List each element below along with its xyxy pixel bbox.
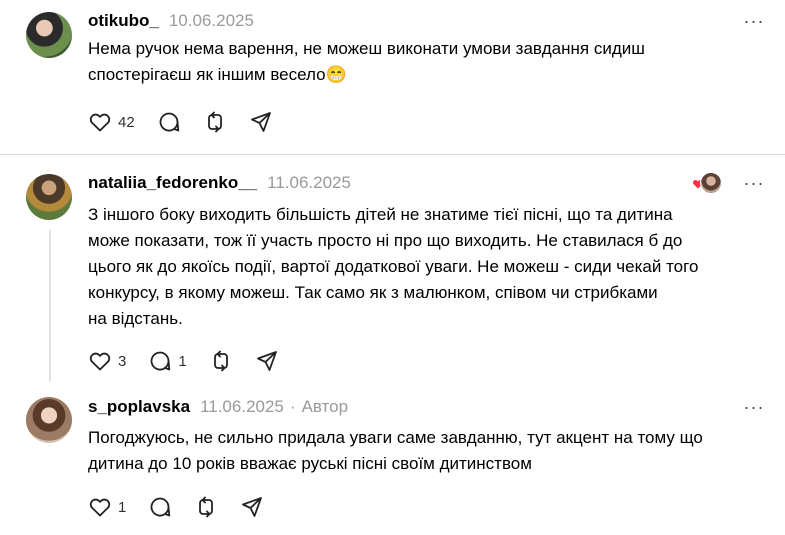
- repost-button[interactable]: [209, 349, 233, 373]
- author-label: Автор: [301, 397, 349, 416]
- share-icon: [250, 112, 271, 132]
- more-icon[interactable]: ···: [743, 10, 765, 32]
- repost-icon: [213, 350, 228, 372]
- more-icon[interactable]: ···: [743, 172, 765, 194]
- avatar[interactable]: [26, 12, 72, 58]
- divider: [0, 154, 785, 155]
- share-button[interactable]: [249, 110, 273, 134]
- share-icon: [242, 497, 263, 517]
- comment-icon: [150, 497, 171, 517]
- reply-button[interactable]: 1: [148, 349, 187, 373]
- post-text: Погоджуюсь, не сильно придала уваги саме…: [88, 428, 703, 473]
- reply-count: 1: [178, 352, 187, 370]
- like-count: 42: [118, 113, 135, 131]
- repost-button[interactable]: [194, 495, 218, 519]
- action-bar: 42: [88, 110, 295, 134]
- like-button[interactable]: 3: [88, 349, 126, 373]
- post-date[interactable]: 10.06.2025: [169, 11, 254, 31]
- repost-button[interactable]: [203, 110, 227, 134]
- action-bar: 3 1: [88, 349, 301, 373]
- comment-icon: [159, 112, 179, 132]
- username[interactable]: otikubo_: [88, 11, 159, 31]
- username[interactable]: s_poplavska: [88, 397, 190, 417]
- heart-icon: [89, 498, 111, 517]
- more-icon[interactable]: ···: [743, 396, 765, 418]
- reply-button[interactable]: [148, 495, 172, 519]
- thread-line: [49, 230, 51, 382]
- heart-icon: [89, 113, 111, 132]
- post-date[interactable]: 11.06.2025: [200, 397, 284, 417]
- liked-by-author[interactable]: [692, 172, 722, 194]
- heart-icon: [89, 352, 111, 371]
- like-count: 3: [118, 352, 127, 370]
- like-count: 1: [118, 498, 127, 516]
- dot-separator: ·: [289, 397, 296, 416]
- post-text: Нема ручок нема варення, не можеш викона…: [88, 39, 645, 84]
- share-button[interactable]: [240, 495, 264, 519]
- post-text: З іншого боку виходить більшість дітей н…: [88, 205, 699, 328]
- share-button[interactable]: [255, 349, 279, 373]
- liker-avatar: [700, 172, 722, 194]
- post-header: nataliia_fedorenko__ 11.06.2025: [88, 172, 351, 194]
- avatar[interactable]: [26, 397, 72, 443]
- share-icon: [256, 351, 277, 371]
- repost-icon: [207, 111, 222, 133]
- comment-icon: [150, 351, 171, 371]
- repost-icon: [199, 496, 214, 518]
- like-button[interactable]: 1: [88, 495, 126, 519]
- reply-button[interactable]: [157, 110, 181, 134]
- username[interactable]: nataliia_fedorenko__: [88, 173, 257, 193]
- avatar[interactable]: [26, 174, 72, 220]
- like-button[interactable]: 42: [88, 110, 135, 134]
- action-bar: 1: [88, 495, 286, 519]
- post-header: s_poplavska 11.06.2025 · Автор: [88, 396, 348, 418]
- post-date[interactable]: 11.06.2025: [267, 173, 351, 193]
- post-header: otikubo_ 10.06.2025: [88, 10, 254, 32]
